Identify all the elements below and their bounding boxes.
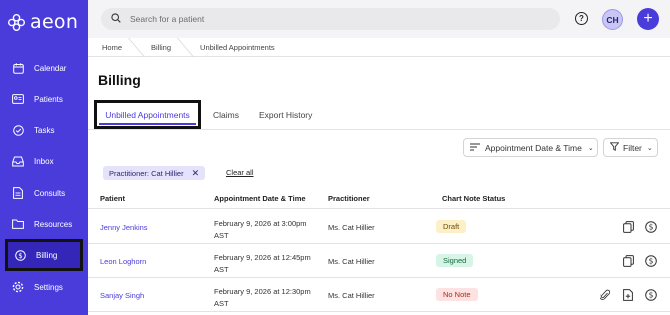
svg-text:$: $ [649,291,654,300]
status-badge: No Note [436,288,478,301]
filter-label: Filter [623,142,642,153]
sidebar-item-label: Settings [34,282,63,292]
sidebar-item-label: Resources [34,219,73,229]
sidebar-item-label: Consults [34,188,66,198]
column-header-patient: Patient [100,194,126,203]
breadcrumb-billing[interactable]: Billing [137,43,185,52]
table-row: Sanjay Singh February 9, 2026 at 12:30pm… [88,278,670,312]
svg-text:$: $ [649,223,654,232]
sidebar-item-consults[interactable]: Consults [6,180,82,206]
chevron-down-icon: ⌄ [646,144,653,152]
gear-icon [11,280,25,294]
status-badge: Draft [436,220,467,233]
close-icon[interactable]: ✕ [192,168,200,179]
practitioner-name: Ms. Cat Hillier [328,223,375,232]
logo-text: aeon [30,11,79,33]
status-badge: Signed [436,254,474,267]
top-bar: ? CH + [88,0,670,38]
folder-icon [11,217,25,231]
tab-label: Export History [259,110,313,120]
help-icon[interactable]: ? [575,12,588,25]
practitioner-name: Ms. Cat Hillier [328,291,375,300]
chevron-down-icon: ⌄ [587,144,594,152]
app-logo[interactable]: aeon [8,11,78,33]
dollar-circle-icon: $ [13,248,27,262]
calendar-icon [11,61,25,75]
search-bar[interactable] [101,8,560,30]
appointment-date: February 9, 2026 at 12:30pm AST [214,286,311,309]
sort-icon [470,143,480,153]
column-header-status: Chart Note Status [442,194,506,203]
sort-label: Appointment Date & Time [485,142,582,153]
column-header-practitioner: Practitioner [328,194,370,203]
filter-chip-practitioner: Practitioner: Cat Hillier ✕ [103,166,206,180]
tab-unbilled-appointments[interactable]: Unbilled Appointments [94,100,201,129]
id-card-icon [11,92,25,106]
chip-label: Practitioner: Cat Hillier [109,168,184,178]
sidebar-item-patients[interactable]: Patients [6,86,82,112]
practitioner-name: Ms. Cat Hillier [328,257,375,266]
sort-dropdown[interactable]: Appointment Date & Time ⌄ [463,138,598,157]
svg-text:$: $ [649,257,654,266]
sidebar-item-tasks[interactable]: Tasks [6,117,82,143]
filter-dropdown[interactable]: Filter ⌄ [603,138,658,157]
breadcrumb-unbilled: Unbilled Appointments [200,42,275,52]
sidebar-item-label: Patients [34,94,63,104]
appointment-date: February 9, 2026 at 3:00pm AST [214,218,307,241]
filter-icon [609,142,620,153]
sidebar-item-label: Inbox [34,156,54,166]
dollar-circle-icon[interactable]: $ [644,220,658,234]
tab-active-indicator [99,123,196,125]
appointment-date-line: February 9, 2026 at 12:30pm [214,287,311,296]
svg-text:$: $ [18,252,22,260]
dollar-circle-icon[interactable]: $ [644,254,658,268]
tab-claims[interactable]: Claims [213,100,239,130]
sidebar-item-billing[interactable]: $ Billing [5,239,83,271]
add-button[interactable]: + [637,8,659,30]
file-plus-icon[interactable] [621,288,635,302]
appointment-date-line: February 9, 2026 at 3:00pm [214,219,307,228]
clear-all-link[interactable]: Clear all [226,168,254,177]
sidebar-item-label: Tasks [34,125,55,135]
breadcrumb-home[interactable]: Home [88,43,136,52]
appointment-date-line: February 9, 2026 at 12:45pm [214,253,311,262]
tab-label: Unbilled Appointments [105,109,190,120]
table-header: Patient Appointment Date & Time Practiti… [88,188,670,209]
tab-export-history[interactable]: Export History [259,100,312,130]
sidebar-item-settings[interactable]: Settings [6,274,82,300]
dollar-circle-icon[interactable]: $ [644,288,658,302]
sidebar: aeon Calendar Patients Tasks Inbox Consu… [0,0,88,315]
check-circle-icon [11,123,25,137]
tab-label: Claims [213,110,239,120]
copy-icon[interactable] [621,220,635,234]
sidebar-item-calendar[interactable]: Calendar [6,55,82,81]
patient-link[interactable]: Sanjay Singh [100,291,144,300]
logo-icon [8,13,25,31]
table-row: Jenny Jenkins February 9, 2026 at 3:00pm… [88,210,670,244]
copy-icon[interactable] [621,254,635,268]
table-row: Leon Loghorn February 9, 2026 at 12:45pm… [88,244,670,278]
column-header-date: Appointment Date & Time [214,194,306,203]
page-title: Billing [98,72,141,88]
appointment-timezone: AST [214,298,229,308]
patient-link[interactable]: Jenny Jenkins [100,223,148,232]
avatar[interactable]: CH [602,9,623,30]
tab-bar: Unbilled Appointments Claims Export Hist… [88,100,670,130]
sidebar-item-inbox[interactable]: Inbox [6,148,82,174]
search-input[interactable] [130,14,510,24]
sidebar-item-label: Billing [36,250,58,260]
patient-link[interactable]: Leon Loghorn [100,257,146,266]
breadcrumb: Home Billing Unbilled Appointments [88,37,670,57]
appointment-date: February 9, 2026 at 12:45pm AST [214,252,311,275]
paperclip-icon[interactable] [598,288,612,302]
appointment-timezone: AST [214,264,229,274]
search-icon [111,10,121,28]
appointment-timezone: AST [214,230,229,240]
sidebar-item-label: Calendar [34,63,67,73]
document-icon [11,186,25,200]
sidebar-item-resources[interactable]: Resources [6,211,82,237]
inbox-icon [11,154,25,168]
